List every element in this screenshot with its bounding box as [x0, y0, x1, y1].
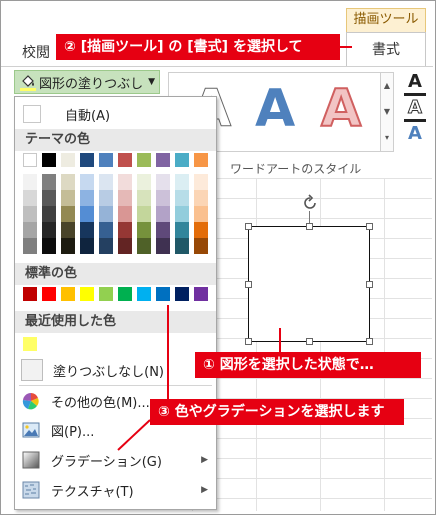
callout-3-leader-down	[117, 419, 151, 451]
callout-leader-lines	[117, 46, 352, 451]
callout-step-2: ② [描画ツール] の [書式] を選択して	[56, 34, 340, 60]
callout-step-1: ① 図形を選択した状態で…	[195, 352, 421, 378]
callout-step-3: ③ 色やグラデーションを選択します	[150, 399, 404, 425]
